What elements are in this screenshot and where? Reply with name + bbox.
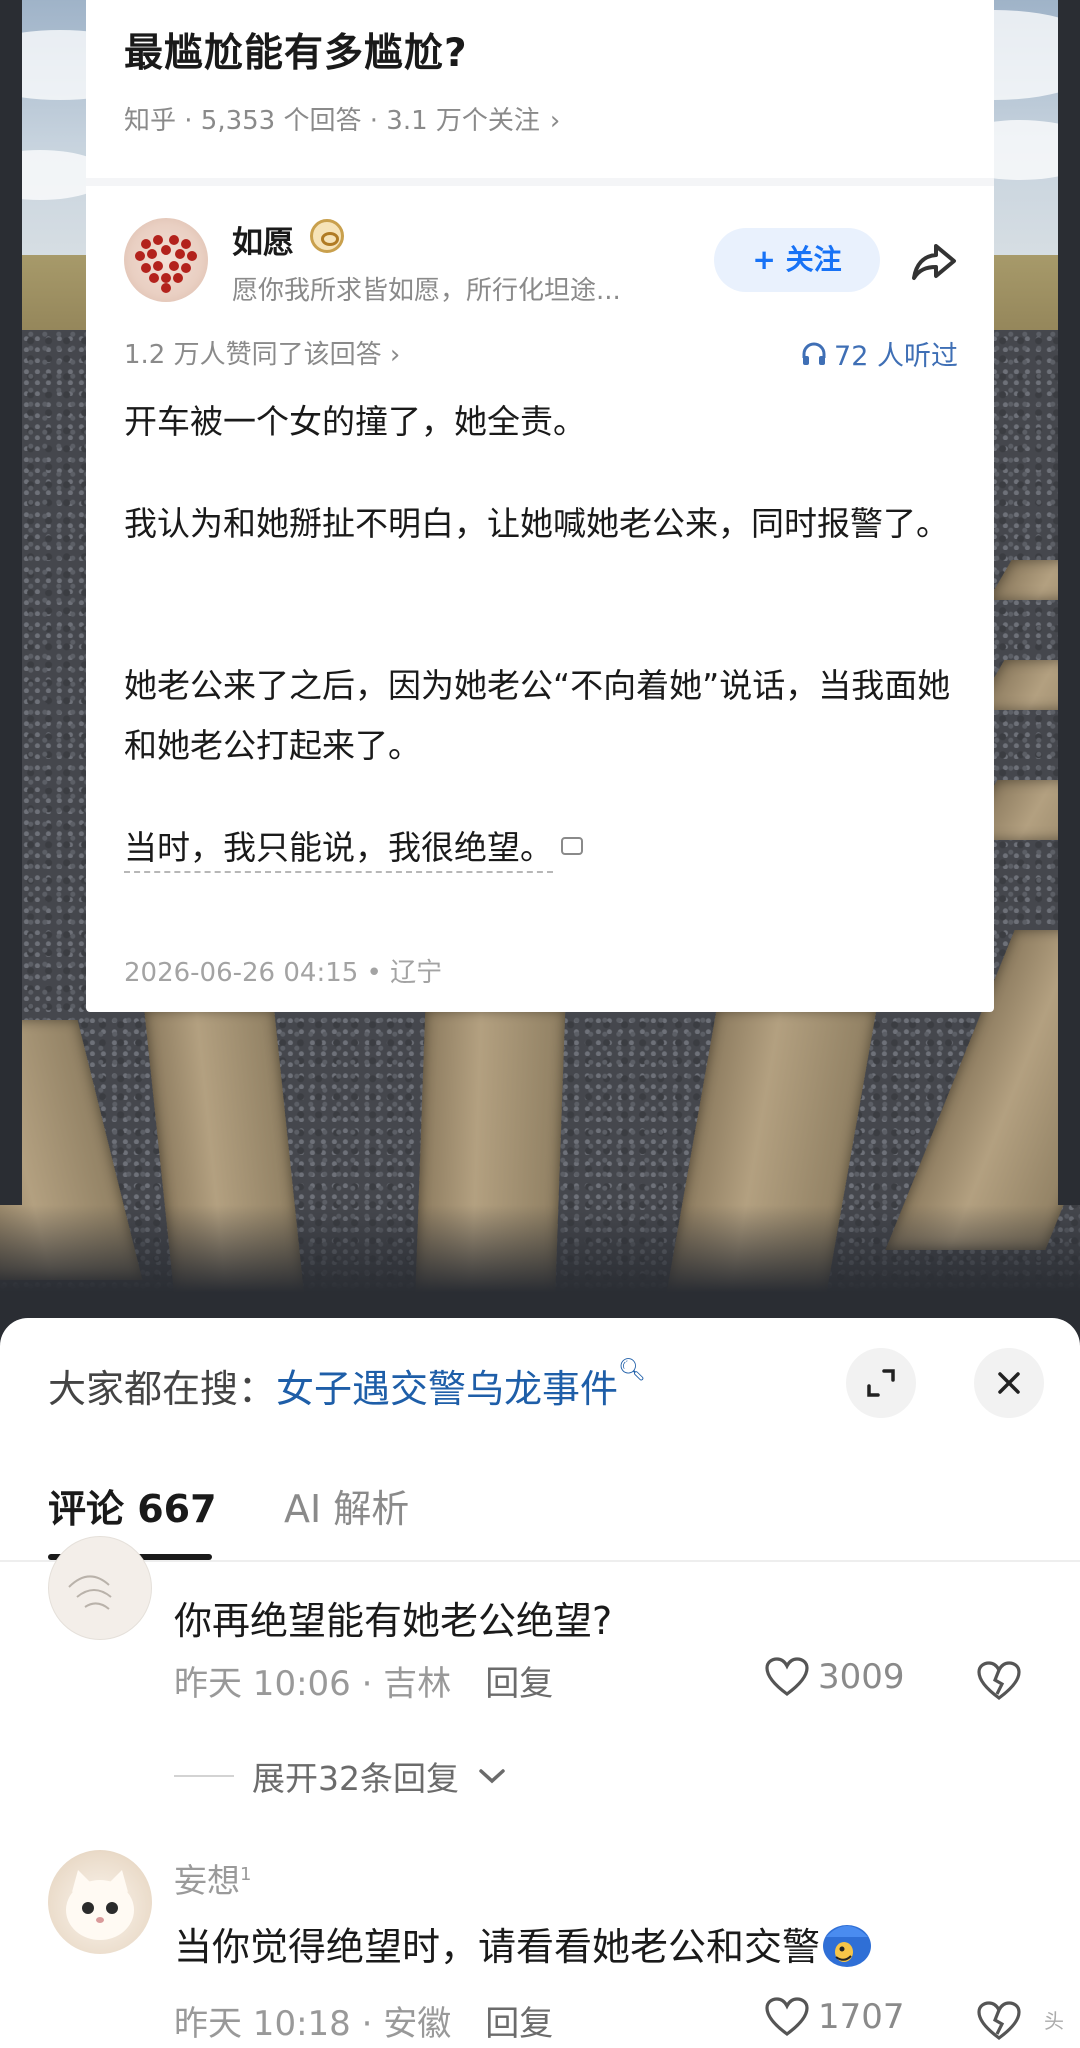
question-title[interactable]: 最尴尬能有多尴尬?	[124, 22, 468, 78]
author-badge-icon	[310, 219, 344, 253]
commenter-name[interactable]: 妄想1	[174, 1854, 251, 1902]
divider	[86, 178, 994, 186]
commenter-level: 1	[240, 1864, 252, 1885]
headphones-icon	[802, 342, 826, 365]
comments-sheet: 大家都在搜：女子遇交警乌龙事件🔍︎ 评论 667 AI 解析 你再绝望能有她老公…	[0, 1318, 1080, 2048]
broken-heart-icon[interactable]	[976, 1660, 1022, 1702]
like-count: 1707	[818, 1997, 905, 2037]
comment-time: 昨天 10:06 · 吉林	[174, 1664, 452, 1704]
comment-time: 昨天 10:18 · 安徽	[174, 2004, 452, 2044]
answer-card: 最尴尬能有多尴尬? 知乎 · 5,353 个回答 · 3.1 万个关注 › 如愿 …	[86, 0, 994, 1012]
answer-paragraph: 我认为和她掰扯不明白，让她喊她老公来，同时报警了。	[124, 504, 949, 543]
close-icon	[998, 1372, 1020, 1394]
expand-icon	[867, 1369, 895, 1397]
follow-button[interactable]: + 关注	[714, 228, 880, 292]
commenter-avatar[interactable]	[48, 1536, 152, 1640]
chevron-right-icon: ›	[549, 106, 561, 136]
answer-paragraph-last: 当时，我只能说，我很绝望。	[124, 818, 964, 878]
reply-button[interactable]: 回复	[485, 2004, 553, 2044]
like-button[interactable]: 1707	[764, 1996, 905, 2038]
commenter-name-clipped	[176, 1558, 426, 1576]
author-name[interactable]: 如愿	[232, 217, 294, 262]
expand-replies-label: 展开32条回复	[252, 1759, 459, 1798]
watermark: 头	[1044, 2009, 1064, 2033]
comment-text: 当你觉得绝望时，请看看她老公和交警	[174, 1925, 821, 1969]
like-count: 3009	[818, 1657, 905, 1697]
blue-face-emoji-icon	[823, 1924, 872, 1967]
reply-button[interactable]: 回复	[485, 1664, 553, 1704]
answer-paragraph: 开车被一个女的撞了，她全责。	[124, 402, 586, 441]
listen-count[interactable]: 72 人听过	[800, 334, 958, 373]
divider	[174, 1775, 234, 1777]
broken-heart-icon[interactable]	[976, 2000, 1022, 2042]
trending-search[interactable]: 大家都在搜：女子遇交警乌龙事件🔍︎	[48, 1358, 646, 1413]
tab-ai-analysis[interactable]: AI 解析	[284, 1478, 409, 1533]
author-avatar[interactable]	[124, 218, 208, 302]
author-bio: 愿你我所求皆如愿，所行化坦途...	[232, 276, 621, 306]
tab-comments[interactable]: 评论 667	[48, 1478, 217, 1533]
comment-bubble-icon[interactable]	[561, 836, 583, 855]
share-icon[interactable]	[906, 234, 962, 290]
chevron-down-icon	[479, 1769, 505, 1784]
search-term[interactable]: 女子遇交警乌龙事件	[276, 1367, 618, 1411]
comment-meta: 昨天 10:18 · 安徽 回复	[174, 1996, 553, 2045]
like-button[interactable]: 3009	[764, 1656, 905, 1698]
answer-timestamp: 2026-06-26 04:15 • 辽宁	[124, 958, 443, 988]
commenter-avatar[interactable]	[48, 1850, 152, 1954]
heart-icon	[765, 1657, 809, 1696]
expand-button[interactable]	[846, 1348, 916, 1418]
question-meta[interactable]: 知乎 · 5,353 个回答 · 3.1 万个关注 ›	[124, 100, 560, 137]
expand-replies-button[interactable]: 展开32条回复	[174, 1752, 507, 1800]
annotated-sentence[interactable]: 当时，我只能说，我很绝望。	[124, 828, 553, 873]
vote-count[interactable]: 1.2 万人赞同了该回答 ›	[124, 334, 400, 371]
question-meta-text: 知乎 · 5,353 个回答 · 3.1 万个关注	[124, 106, 540, 136]
listen-count-text: 72 人听过	[834, 341, 958, 372]
commenter-name-text: 妄想	[174, 1861, 240, 1900]
comment-text: 你再绝望能有她老公绝望?	[174, 1599, 613, 1643]
search-prefix: 大家都在搜：	[48, 1367, 277, 1411]
comment-meta: 昨天 10:06 · 吉林 回复	[174, 1656, 553, 1705]
close-button[interactable]	[974, 1348, 1044, 1418]
comment-text-row: 当你觉得绝望时，请看看她老公和交警	[174, 1916, 874, 1975]
search-icon: 🔍︎	[618, 1358, 646, 1383]
answer-paragraph: 她老公来了之后，因为她老公“不向着她”说话，当我面她和她老公打起来了。	[124, 666, 951, 765]
heart-icon	[765, 1997, 809, 2036]
divider	[0, 1560, 1080, 1562]
